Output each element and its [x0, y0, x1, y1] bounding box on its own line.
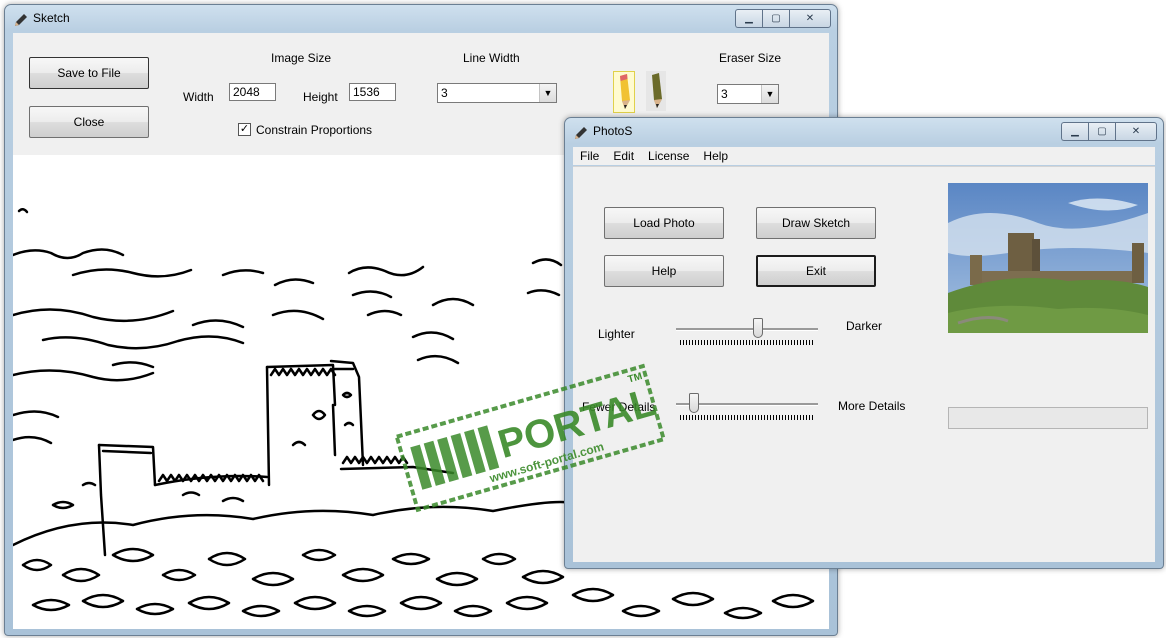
sketch-window-title: Sketch	[33, 11, 70, 25]
photos-titlebar[interactable]: PhotoS ▁ ▢ ✕	[565, 118, 1163, 146]
more-details-label: More Details	[838, 399, 906, 413]
lightness-slider[interactable]	[676, 318, 818, 348]
detail-slider[interactable]	[676, 393, 818, 423]
exit-button[interactable]: Exit	[756, 255, 876, 287]
close-window-button[interactable]: ✕	[1115, 122, 1157, 141]
fewer-details-label: Fewer Details	[582, 400, 656, 414]
lighter-label: Lighter	[598, 327, 635, 341]
draw-sketch-button[interactable]: Draw Sketch	[756, 207, 876, 239]
photos-window-title: PhotoS	[593, 124, 633, 138]
minimize-icon: ▁	[1071, 126, 1079, 137]
height-label: Height	[303, 90, 338, 104]
constrain-proportions-label: Constrain Proportions	[256, 123, 373, 137]
minimize-button[interactable]: ▁	[735, 9, 762, 28]
minimize-button[interactable]: ▁	[1061, 122, 1088, 141]
progress-bar	[948, 407, 1148, 429]
lightness-slider-ticks	[680, 340, 814, 345]
load-photo-button[interactable]: Load Photo	[604, 207, 724, 239]
help-button[interactable]: Help	[604, 255, 724, 287]
pencil-icon	[620, 74, 630, 109]
lightness-slider-thumb[interactable]	[753, 318, 763, 338]
castle-photo-image	[948, 183, 1148, 333]
close-icon: ✕	[1131, 126, 1141, 137]
pencil-app-icon	[575, 127, 587, 139]
eraser-size-value: 3	[721, 87, 728, 101]
pencil-app-icon	[15, 14, 27, 26]
image-size-label: Image Size	[271, 51, 332, 65]
eraser-size-label: Eraser Size	[719, 51, 782, 65]
line-width-label: Line Width	[463, 51, 520, 65]
lightness-slider-track	[676, 328, 818, 331]
maximize-icon: ▢	[1097, 126, 1107, 137]
constrain-proportions-checkbox[interactable]: ✓	[238, 123, 251, 136]
eraser-size-select[interactable]: 3 ▼	[717, 84, 779, 104]
photos-client: Load Photo Draw Sketch Help Exit Lighter…	[573, 166, 1155, 562]
save-to-file-button[interactable]: Save to File	[29, 57, 149, 89]
line-width-value: 3	[441, 86, 448, 100]
darker-label: Darker	[846, 319, 883, 333]
chevron-down-icon: ▼	[539, 84, 556, 102]
width-input[interactable]: 2048	[229, 83, 276, 101]
menu-help[interactable]: Help	[696, 147, 735, 165]
menu-edit[interactable]: Edit	[606, 147, 641, 165]
menu-bar: File Edit License Help	[573, 147, 1155, 165]
height-input[interactable]: 1536	[349, 83, 396, 101]
eraser-pencil-icon	[652, 73, 662, 108]
sketch-window-controls: ▁ ▢ ✕	[735, 9, 831, 28]
detail-slider-ticks	[680, 415, 814, 420]
minimize-icon: ▁	[745, 13, 753, 24]
maximize-button[interactable]: ▢	[1088, 122, 1115, 141]
width-label: Width	[183, 90, 214, 104]
line-width-select[interactable]: 3 ▼	[437, 83, 557, 103]
photos-window: PhotoS ▁ ▢ ✕ File Edit License Help Load…	[564, 117, 1164, 569]
close-window-button[interactable]: ✕	[789, 9, 831, 28]
maximize-icon: ▢	[771, 13, 781, 24]
eraser-tool-button[interactable]	[646, 71, 666, 111]
sketch-titlebar[interactable]: Sketch ▁ ▢ ✕	[5, 5, 837, 33]
photos-window-controls: ▁ ▢ ✕	[1061, 122, 1157, 141]
chevron-down-icon: ▼	[761, 85, 778, 103]
pencil-tool-button[interactable]	[613, 71, 635, 113]
close-icon: ✕	[805, 13, 815, 24]
menu-license[interactable]: License	[641, 147, 696, 165]
detail-slider-thumb[interactable]	[689, 393, 699, 413]
menu-file[interactable]: File	[573, 147, 606, 165]
maximize-button[interactable]: ▢	[762, 9, 789, 28]
close-button[interactable]: Close	[29, 106, 149, 138]
photo-preview	[948, 183, 1148, 333]
